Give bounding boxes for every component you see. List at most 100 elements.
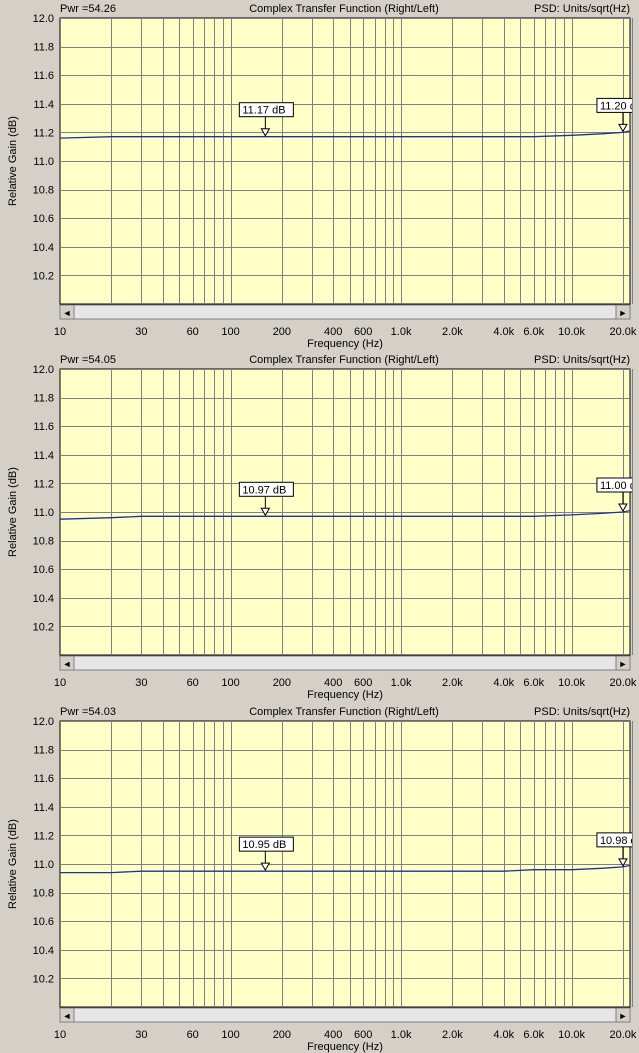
- x-tick-label: 4.0k: [493, 1029, 514, 1041]
- y-tick-label: 12.0: [33, 13, 54, 25]
- y-tick-label: 10.2: [33, 270, 54, 282]
- right-edge: [632, 14, 639, 310]
- chart-title: Complex Transfer Function (Right/Left): [249, 354, 439, 366]
- psd-label: PSD: Units/sqrt(Hz): [534, 706, 630, 718]
- x-tick-label: 30: [135, 326, 147, 338]
- x-tick-label: 4.0k: [493, 677, 514, 689]
- y-tick-label: 10.8: [33, 185, 54, 197]
- chart-svg: Pwr =54.26 Complex Transfer Function (Rig…: [0, 0, 639, 350]
- x-axis-label: Frequency (Hz): [307, 689, 383, 701]
- right-edge: [632, 365, 639, 661]
- y-tick-label: 10.2: [33, 973, 54, 985]
- scroll-left-icon: ◄: [63, 1011, 72, 1021]
- y-tick-label: 11.0: [33, 859, 54, 871]
- y-axis-label: Relative Gain (dB): [7, 116, 19, 206]
- x-tick-label: 1.0k: [391, 677, 412, 689]
- horizontal-scrollbar[interactable]: ◄ ►: [59, 304, 631, 320]
- chart-panel-3: Pwr =54.03 Complex Transfer Function (Rig…: [0, 703, 639, 1053]
- y-tick-label: 11.8: [33, 42, 54, 54]
- y-tick-label: 10.4: [33, 242, 54, 254]
- y-tick-label: 11.2: [33, 830, 54, 842]
- x-tick-label: 400: [324, 677, 342, 689]
- x-tick-label: 2.0k: [442, 1029, 463, 1041]
- x-tick-label: 1.0k: [391, 326, 412, 338]
- x-tick-label: 10: [54, 326, 66, 338]
- right-edge: [632, 717, 639, 1013]
- y-tick-label: 10.4: [33, 593, 54, 605]
- y-tick-label: 11.8: [33, 393, 54, 405]
- x-tick-label: 2.0k: [442, 677, 463, 689]
- y-tick-label: 10.6: [33, 916, 54, 928]
- y-tick-label: 11.8: [33, 745, 54, 757]
- y-tick-label: 12.0: [33, 364, 54, 376]
- x-tick-label: 30: [135, 1029, 147, 1041]
- x-axis-label: Frequency (Hz): [307, 1041, 383, 1053]
- y-axis-label: Relative Gain (dB): [7, 819, 19, 909]
- y-tick-label: 10.6: [33, 213, 54, 225]
- x-tick-label: 200: [273, 677, 291, 689]
- scroll-right-icon: ►: [619, 1011, 628, 1021]
- x-tick-label: 100: [221, 326, 239, 338]
- scrollbar-track[interactable]: [59, 655, 631, 671]
- scroll-right-icon: ►: [619, 659, 628, 669]
- horizontal-scrollbar[interactable]: ◄ ►: [59, 1007, 631, 1023]
- x-tick-label: 20.0k: [609, 677, 636, 689]
- y-tick-label: 10.8: [33, 536, 54, 548]
- horizontal-scrollbar[interactable]: ◄ ►: [59, 655, 631, 671]
- x-tick-label: 400: [324, 326, 342, 338]
- scroll-right-icon: ►: [619, 308, 628, 318]
- y-tick-label: 12.0: [33, 716, 54, 728]
- x-tick-label: 6.0k: [523, 677, 544, 689]
- chart-panel-2: Pwr =54.05 Complex Transfer Function (Rig…: [0, 351, 639, 701]
- pwr-label: Pwr =54.03: [60, 706, 116, 718]
- x-tick-label: 30: [135, 677, 147, 689]
- x-tick-label: 200: [273, 1029, 291, 1041]
- y-axis-label: Relative Gain (dB): [7, 467, 19, 557]
- y-tick-label: 11.6: [33, 773, 54, 785]
- x-tick-label: 6.0k: [523, 1029, 544, 1041]
- scrollbar-track[interactable]: [59, 304, 631, 320]
- x-tick-label: 60: [187, 677, 199, 689]
- psd-label: PSD: Units/sqrt(Hz): [534, 3, 630, 15]
- marker-label: 10.97 dB: [242, 484, 286, 496]
- x-tick-label: 1.0k: [391, 1029, 412, 1041]
- y-tick-label: 11.4: [33, 802, 54, 814]
- x-tick-label: 10.0k: [558, 1029, 585, 1041]
- scroll-left-icon: ◄: [63, 308, 72, 318]
- marker-label: 10.98 d: [600, 835, 637, 847]
- x-tick-label: 2.0k: [442, 326, 463, 338]
- x-tick-label: 60: [187, 326, 199, 338]
- marker-label: 10.95 dB: [242, 839, 286, 851]
- chart-title: Complex Transfer Function (Right/Left): [249, 706, 439, 718]
- y-tick-label: 11.0: [33, 507, 54, 519]
- y-tick-label: 11.0: [33, 156, 54, 168]
- x-tick-label: 20.0k: [609, 1029, 636, 1041]
- x-tick-label: 200: [273, 326, 291, 338]
- x-tick-label: 60: [187, 1029, 199, 1041]
- chart-title: Complex Transfer Function (Right/Left): [249, 3, 439, 15]
- chart-svg: Pwr =54.05 Complex Transfer Function (Rig…: [0, 351, 639, 701]
- x-tick-label: 10.0k: [558, 326, 585, 338]
- y-tick-label: 10.6: [33, 564, 54, 576]
- x-tick-label: 6.0k: [523, 326, 544, 338]
- x-tick-label: 10.0k: [558, 677, 585, 689]
- x-tick-label: 600: [354, 326, 372, 338]
- x-axis-label: Frequency (Hz): [307, 338, 383, 350]
- pwr-label: Pwr =54.26: [60, 3, 116, 15]
- y-tick-label: 11.6: [33, 421, 54, 433]
- marker-label: 11.17 dB: [242, 105, 285, 117]
- scroll-left-icon: ◄: [63, 659, 72, 669]
- y-tick-label: 10.2: [33, 621, 54, 633]
- x-tick-label: 10: [54, 1029, 66, 1041]
- y-tick-label: 11.6: [33, 70, 54, 82]
- pwr-label: Pwr =54.05: [60, 354, 116, 366]
- chart-svg: Pwr =54.03 Complex Transfer Function (Rig…: [0, 703, 639, 1053]
- x-tick-label: 20.0k: [609, 326, 636, 338]
- scrollbar-track[interactable]: [59, 1007, 631, 1023]
- y-tick-label: 10.8: [33, 888, 54, 900]
- x-tick-label: 400: [324, 1029, 342, 1041]
- x-tick-label: 100: [221, 1029, 239, 1041]
- x-tick-label: 100: [221, 677, 239, 689]
- y-tick-label: 11.4: [33, 450, 54, 462]
- marker-label: 11.00 d: [600, 480, 636, 492]
